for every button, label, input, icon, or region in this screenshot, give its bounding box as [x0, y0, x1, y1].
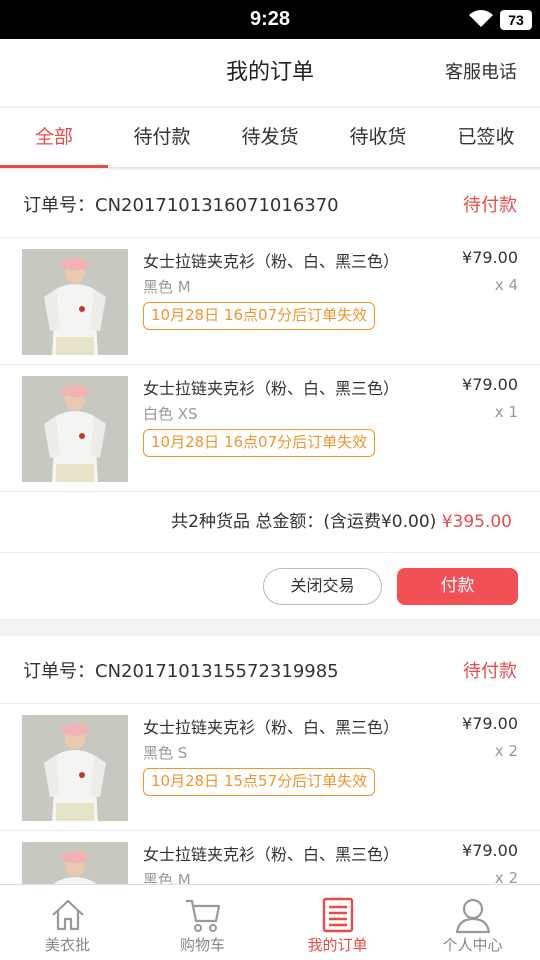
tab-pending-shipment[interactable]: 待发货 — [216, 108, 324, 167]
wifi-icon — [469, 10, 493, 27]
tab-all[interactable]: 全部 — [0, 108, 108, 168]
bottom-nav: 美衣批 购物车 我的订单 个人中心 — [0, 884, 540, 960]
order-status: 待付款 — [463, 660, 517, 682]
product-image[interactable] — [22, 842, 128, 886]
product-image[interactable] — [22, 715, 128, 821]
user-icon — [455, 898, 490, 934]
product-name: 女士拉链夹克衫（粉、白、黑三色） — [143, 379, 400, 398]
tab-signed[interactable]: 已签收 — [432, 108, 540, 167]
order-header: 订单号：CN2017101316071016370 待付款 — [0, 170, 540, 238]
expiry-notice: 10月28日 16点07分后订单失效 — [143, 429, 376, 457]
order-status: 待付款 — [463, 194, 517, 216]
product-spec: 黑色 M — [143, 278, 191, 296]
product-image[interactable] — [22, 249, 128, 355]
product-price: ¥79.00 — [462, 841, 518, 860]
product-quantity: x 1 — [494, 403, 518, 421]
order-header: 订单号：CN2017101315572319985 待付款 — [0, 636, 540, 704]
product-spec: 白色 XS — [143, 405, 198, 423]
nav-label: 我的订单 — [307, 936, 368, 954]
order-item[interactable]: 女士拉链夹克衫（粉、白、黑三色） 黑色 M 10月28日 16点07分后订单失效… — [0, 238, 540, 365]
order-number: 订单号：CN2017101316071016370 — [23, 194, 339, 216]
product-image[interactable] — [22, 376, 128, 482]
order-item[interactable]: 女士拉链夹克衫（粉、白、黑三色） 白色 XS 10月28日 16点07分后订单失… — [0, 365, 540, 492]
expiry-notice: 10月28日 16点07分后订单失效 — [143, 302, 376, 330]
product-spec: 黑色 S — [143, 744, 188, 762]
order-list-icon — [322, 897, 353, 933]
status-time: 9:28 — [249, 8, 291, 30]
order-card: 订单号：CN2017101315572319985 待付款 女士拉链夹克衫（粉、… — [0, 636, 540, 886]
nav-label: 美衣批 — [44, 936, 90, 954]
order-status-tabs: 全部 待付款 待发货 待收货 已签收 — [0, 108, 540, 168]
product-price: ¥79.00 — [462, 248, 518, 267]
product-quantity: x 2 — [494, 742, 518, 760]
product-price: ¥79.00 — [462, 375, 518, 394]
nav-item-home[interactable]: 美衣批 — [0, 885, 135, 960]
order-summary: 共2种货品 总金额：(含运费¥0.00) ¥395.00 — [0, 492, 540, 553]
order-item[interactable]: 女士拉链夹克衫（粉、白、黑三色） 黑色 S 10月28日 15点57分后订单失效… — [0, 704, 540, 831]
product-name: 女士拉链夹克衫（粉、白、黑三色） — [143, 845, 400, 864]
close-transaction-button[interactable]: 关闭交易 — [263, 568, 382, 605]
app-header: 我的订单 客服电话 — [0, 39, 540, 107]
order-item[interactable]: 女士拉链夹克衫（粉、白、黑三色） 黑色 M ¥79.00 x 2 — [0, 831, 540, 886]
home-icon — [51, 899, 84, 931]
nav-label: 购物车 — [179, 936, 225, 954]
cart-icon — [185, 899, 220, 932]
order-number: 订单号：CN2017101315572319985 — [23, 660, 339, 682]
order-card: 订单号：CN2017101316071016370 待付款 女士拉链夹克衫（粉、… — [0, 170, 540, 619]
order-total: ¥395.00 — [441, 512, 512, 532]
customer-service-phone-link[interactable]: 客服电话 — [445, 39, 517, 107]
product-name: 女士拉链夹克衫（粉、白、黑三色） — [143, 252, 400, 271]
tab-pending-payment[interactable]: 待付款 — [108, 108, 216, 167]
tab-pending-receipt[interactable]: 待收货 — [324, 108, 432, 167]
nav-item-orders[interactable]: 我的订单 — [270, 885, 405, 960]
status-bar: 9:28 73 — [0, 0, 540, 39]
product-quantity: x 4 — [494, 276, 518, 294]
product-name: 女士拉链夹克衫（粉、白、黑三色） — [143, 718, 400, 737]
pay-button[interactable]: 付款 — [397, 568, 518, 605]
nav-item-profile[interactable]: 个人中心 — [405, 885, 540, 960]
expiry-notice: 10月28日 15点57分后订单失效 — [143, 768, 376, 796]
nav-item-cart[interactable]: 购物车 — [135, 885, 270, 960]
product-price: ¥79.00 — [462, 714, 518, 733]
nav-label: 个人中心 — [442, 936, 503, 954]
summary-text: 共2种货品 总金额：(含运费¥0.00) — [171, 512, 442, 532]
battery-icon: 73 — [500, 10, 532, 30]
order-actions: 关闭交易 付款 — [0, 553, 540, 619]
